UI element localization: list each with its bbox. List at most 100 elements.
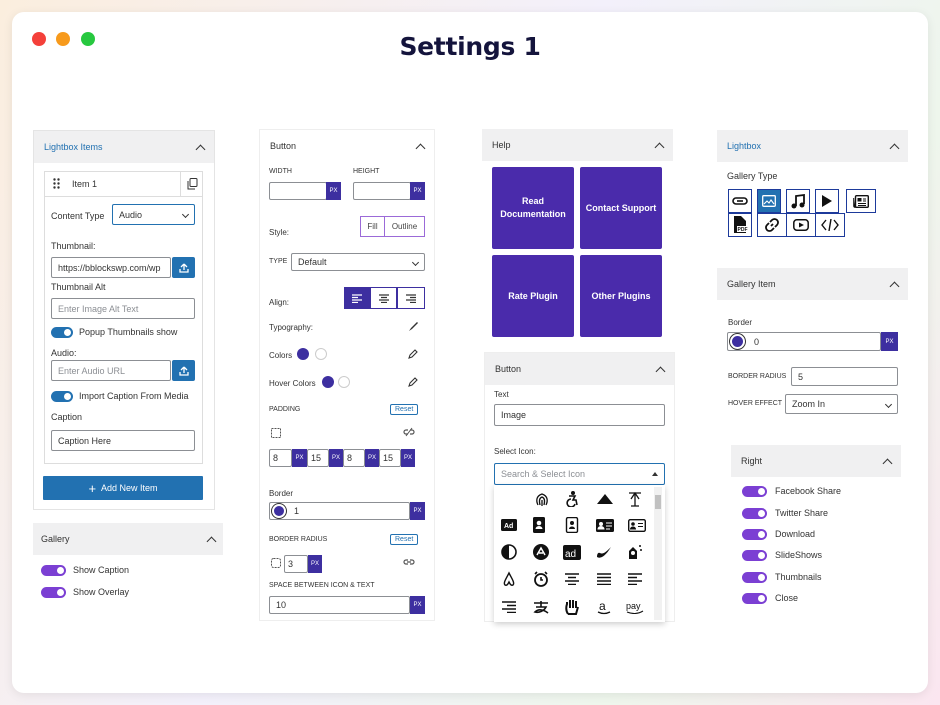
- border-radius-unit[interactable]: PX: [308, 555, 322, 573]
- airbnb-icon[interactable]: [494, 568, 524, 590]
- alipay-icon[interactable]: [526, 596, 556, 618]
- contact-support-button[interactable]: Contact Support: [580, 167, 662, 249]
- add-new-item-button[interactable]: + Add New Item: [43, 476, 203, 500]
- button-text-header[interactable]: Button: [485, 353, 674, 385]
- upload-thumbnail-button[interactable]: [172, 257, 195, 278]
- background-color-swatch[interactable]: [315, 348, 327, 360]
- chevron-up-icon[interactable]: [882, 458, 893, 468]
- style-outline-button[interactable]: Outline: [384, 216, 425, 237]
- align-justify-icon[interactable]: [589, 568, 619, 590]
- width-unit[interactable]: PX: [326, 182, 341, 200]
- import-caption-toggle[interactable]: [51, 391, 73, 402]
- gallery-type-pdf-icon[interactable]: PDF: [728, 213, 752, 237]
- adn-icon[interactable]: [526, 541, 556, 563]
- border-unit[interactable]: PX: [410, 502, 425, 520]
- address-book-icon[interactable]: [524, 514, 554, 536]
- gallery-type-code-icon[interactable]: [815, 213, 845, 237]
- acquisitions-incorporated-icon[interactable]: [620, 488, 650, 510]
- show-caption-toggle[interactable]: [41, 565, 66, 576]
- affiliatetheme-icon[interactable]: [589, 541, 619, 563]
- ad-icon[interactable]: Ad: [494, 514, 524, 536]
- content-type-select[interactable]: Audio: [112, 204, 195, 225]
- border-width-input[interactable]: 1: [269, 502, 410, 520]
- right-header[interactable]: Right: [731, 445, 901, 477]
- alarm-clock-icon[interactable]: [526, 568, 556, 590]
- gallery-type-image-icon[interactable]: [757, 189, 781, 213]
- help-header[interactable]: Help: [482, 129, 673, 161]
- thumbnail-alt-input[interactable]: Enter Image Alt Text: [51, 298, 195, 319]
- height-input[interactable]: [353, 182, 411, 200]
- adjust-icon[interactable]: [494, 541, 524, 563]
- padding-bottom-input[interactable]: 8: [343, 449, 365, 467]
- gallery-border-input[interactable]: 0: [727, 332, 881, 351]
- allergies-icon[interactable]: [557, 596, 587, 618]
- popup-thumbnails-toggle[interactable]: [51, 327, 73, 338]
- amazon-pay-icon[interactable]: pay: [621, 596, 651, 618]
- align-center-button[interactable]: [370, 287, 397, 309]
- chevron-up-icon[interactable]: [195, 144, 206, 154]
- accessible-icon[interactable]: [557, 488, 587, 510]
- border-color-swatch[interactable]: [272, 504, 286, 518]
- padding-sides-icon[interactable]: [271, 428, 281, 440]
- other-plugins-button[interactable]: Other Plugins: [580, 255, 662, 337]
- gallery-type-newspaper-icon[interactable]: [846, 189, 876, 213]
- address-card-outline-icon[interactable]: [622, 514, 652, 536]
- chevron-up-icon[interactable]: [654, 142, 665, 152]
- gallery-border-color-swatch[interactable]: [730, 334, 745, 349]
- padding-bottom-unit[interactable]: PX: [365, 449, 379, 467]
- caption-input[interactable]: Caption Here: [51, 430, 195, 451]
- padding-left-unit[interactable]: PX: [401, 449, 415, 467]
- padding-right-unit[interactable]: PX: [329, 449, 343, 467]
- border-radius-reset-button[interactable]: Reset: [390, 534, 419, 545]
- gallery-type-play-icon[interactable]: [815, 189, 839, 213]
- gallery-border-unit[interactable]: PX: [881, 332, 898, 351]
- rate-plugin-button[interactable]: Rate Plugin: [492, 255, 574, 337]
- typography-edit-icon[interactable]: [408, 321, 419, 334]
- air-freshener-icon[interactable]: [620, 541, 650, 563]
- close-toggle[interactable]: [742, 593, 767, 604]
- align-center-list-icon[interactable]: [557, 568, 587, 590]
- padding-top-unit[interactable]: PX: [292, 449, 307, 467]
- lightbox-header[interactable]: Lightbox: [717, 130, 908, 162]
- icon-search-input[interactable]: Search & Select Icon: [494, 463, 665, 485]
- colors-picker-icon[interactable]: [408, 349, 418, 361]
- gallery-type-music-icon[interactable]: [786, 189, 810, 213]
- gallery-type-chain-icon[interactable]: [757, 213, 787, 237]
- padding-top-input[interactable]: 8: [269, 449, 292, 467]
- gallery-type-link-icon[interactable]: [728, 189, 752, 213]
- twitter-share-toggle[interactable]: [742, 508, 767, 519]
- radius-corners-icon[interactable]: [271, 558, 281, 570]
- space-between-input[interactable]: 10: [269, 596, 410, 614]
- hover-bg-color-swatch[interactable]: [338, 376, 350, 388]
- adversal-icon[interactable]: ad: [557, 541, 587, 563]
- width-input[interactable]: [269, 182, 327, 200]
- gallery-header[interactable]: Gallery: [33, 523, 223, 555]
- audio-url-input[interactable]: Enter Audio URL: [51, 360, 171, 381]
- style-fill-button[interactable]: Fill: [360, 216, 385, 237]
- chevron-up-icon[interactable]: [206, 536, 217, 546]
- align-left-button[interactable]: [344, 287, 370, 309]
- accusoft-icon[interactable]: [590, 488, 620, 510]
- chevron-up-icon[interactable]: [415, 143, 426, 153]
- thumbnails-toggle[interactable]: [742, 572, 767, 583]
- chevron-up-icon[interactable]: [889, 281, 900, 291]
- text-color-swatch[interactable]: [297, 348, 309, 360]
- show-overlay-toggle[interactable]: [41, 587, 66, 598]
- scrollbar-thumb[interactable]: [655, 495, 661, 509]
- gallery-border-radius-input[interactable]: 5: [791, 367, 898, 386]
- type-select[interactable]: Default: [291, 253, 425, 271]
- hover-effect-select[interactable]: Zoom In: [785, 394, 898, 414]
- border-radius-input[interactable]: 3: [284, 555, 308, 573]
- align-left-list-icon[interactable]: [620, 568, 650, 590]
- slideshows-toggle[interactable]: [742, 550, 767, 561]
- icon-picker-scrollbar[interactable]: [654, 487, 662, 620]
- height-unit[interactable]: PX: [410, 182, 425, 200]
- facebook-share-toggle[interactable]: [742, 486, 767, 497]
- thumbnail-url-input[interactable]: https://bblockswp.com/wp: [51, 257, 171, 278]
- gallery-type-youtube-icon[interactable]: [786, 213, 816, 237]
- hover-text-color-swatch[interactable]: [322, 376, 334, 388]
- drag-handle-icon[interactable]: [53, 178, 60, 189]
- button-style-header[interactable]: Button: [260, 130, 434, 162]
- chevron-up-icon[interactable]: [655, 366, 666, 376]
- padding-reset-button[interactable]: Reset: [390, 404, 419, 415]
